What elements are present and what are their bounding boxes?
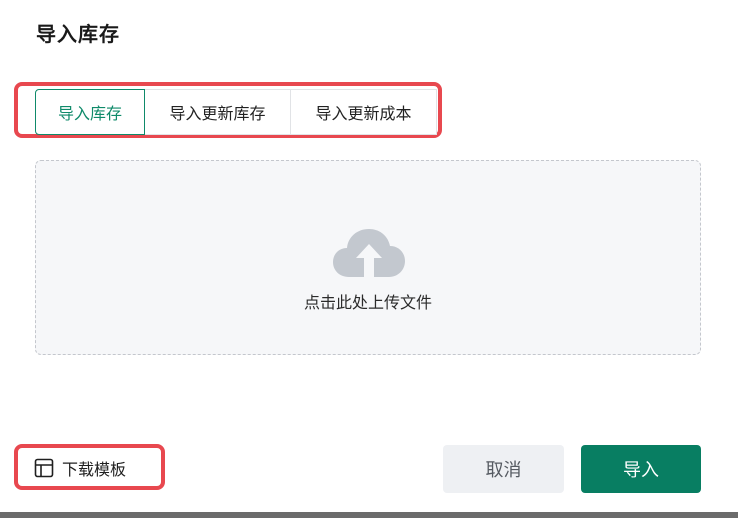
- upload-hint: 点击此处上传文件: [303, 293, 432, 312]
- import-type-tabs: 导入库存 导入更新库存 导入更新成本: [35, 89, 437, 135]
- tab-import-update-inventory[interactable]: 导入更新库存: [145, 89, 291, 135]
- tab-import-update-cost[interactable]: 导入更新成本: [291, 89, 437, 135]
- template-icon: [34, 458, 54, 478]
- import-inventory-dialog: 导入库存 导入库存 导入更新库存 导入更新成本 点击此处上传文件 下载模板 取消…: [0, 0, 738, 512]
- upload-dropzone[interactable]: 点击此处上传文件: [35, 160, 701, 355]
- download-template-label: 下载模板: [62, 460, 127, 479]
- download-template-link[interactable]: 下载模板: [34, 456, 126, 480]
- cancel-button[interactable]: 取消: [443, 445, 564, 493]
- dialog-title: 导入库存: [36, 22, 120, 46]
- import-button[interactable]: 导入: [581, 445, 701, 493]
- cloud-upload-icon: [333, 229, 405, 277]
- window-bottom-edge: [0, 512, 738, 518]
- tab-import-inventory[interactable]: 导入库存: [35, 89, 145, 135]
